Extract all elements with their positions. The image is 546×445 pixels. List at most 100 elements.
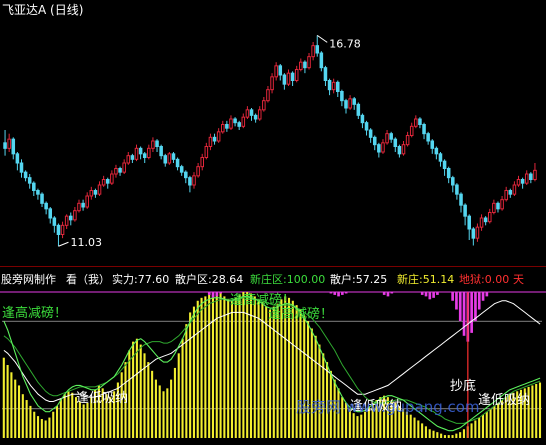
yellow-bar (356, 416, 359, 438)
yellow-bar (29, 405, 32, 438)
yellow-bar (52, 411, 55, 438)
yellow-bar (489, 408, 492, 438)
magenta-bar (390, 292, 394, 294)
candle-body (463, 204, 467, 217)
candle-body (192, 175, 196, 186)
candle-body (290, 72, 295, 81)
candle-body (114, 168, 118, 175)
yellow-bar (192, 306, 195, 438)
yellow-bar (443, 435, 446, 438)
yellow-bar (253, 296, 256, 438)
yellow-bar (295, 305, 298, 438)
yellow-bar (409, 414, 412, 438)
candle-body (270, 76, 274, 91)
yellow-bar (470, 423, 473, 438)
candle-body (414, 118, 418, 127)
magenta-bar (436, 292, 439, 295)
candle-body (422, 124, 426, 135)
candle-body (196, 166, 200, 177)
yellow-bar (71, 392, 74, 438)
yellow-bar (535, 383, 538, 438)
candle-body (323, 67, 328, 81)
candle-body (249, 109, 254, 116)
yellow-bar (59, 398, 62, 438)
candle-body (233, 118, 237, 124)
candle-body (352, 98, 356, 105)
candle-body (40, 193, 44, 204)
candle-body (7, 138, 11, 149)
yellow-bar (314, 335, 317, 438)
yellow-bar (531, 385, 534, 438)
candle-body (36, 190, 40, 195)
yellow-bar (261, 302, 264, 438)
yellow-bar (177, 353, 180, 438)
yellow-bar (215, 292, 218, 438)
candle-body (118, 168, 122, 173)
yellow-bar (432, 430, 435, 438)
candle-body (52, 217, 57, 226)
candle-body (336, 81, 340, 93)
annotation-buy-low-1: 逢低吸纳 (76, 391, 128, 406)
candle-body (282, 74, 287, 85)
yellow-bar (417, 420, 420, 438)
yellow-bar (310, 328, 313, 438)
yellow-bar (48, 417, 51, 438)
indicator-name-label: 股旁网制作 (1, 272, 56, 286)
yellow-bar (173, 367, 176, 438)
candle-body (212, 136, 217, 142)
magenta-bar (386, 292, 390, 297)
magenta-bar (207, 292, 211, 295)
new-dealer-value-label: 新庄:51.14 (397, 272, 454, 286)
candle-body (229, 118, 233, 129)
candle-body (23, 171, 28, 179)
yellow-bar (139, 344, 142, 438)
candle-body (455, 184, 459, 195)
magenta-bar (424, 292, 428, 297)
candle-body (142, 153, 147, 158)
chart-canvas: 飞亚达A (日线) 16.78 11.03 股旁网制作 看（我） 实力:77.6… (0, 0, 546, 445)
yellow-bar (135, 338, 138, 438)
candle-body (533, 169, 537, 180)
candle-body (475, 226, 480, 239)
candle-body (446, 168, 451, 179)
candle-body (188, 177, 192, 186)
candle-body (110, 173, 114, 184)
candle-body (3, 142, 7, 149)
yellow-bar (242, 292, 245, 438)
candle-body (126, 155, 131, 164)
candle-body (401, 144, 406, 155)
candle (167, 152, 172, 165)
watermark: 股旁网 www.gupang.com (296, 398, 480, 416)
magenta-bar (485, 292, 489, 297)
candle-body (101, 179, 106, 186)
annotation-sell-high-1: 逢高减磅！ (2, 305, 67, 321)
annotation-bottom-fish: 抄底 (450, 378, 476, 394)
yellow-bar (227, 299, 230, 438)
candle-body (356, 103, 361, 116)
magenta-bar (455, 292, 458, 310)
candle-body (245, 109, 250, 118)
yellow-bar (462, 429, 465, 438)
candle-body (64, 215, 69, 226)
indicator-see-me-label: 看（我） (66, 272, 110, 286)
candle-body (286, 72, 291, 85)
candle-body (147, 147, 151, 158)
candle-body (163, 155, 168, 164)
candle-body (418, 118, 422, 125)
candle-body (60, 224, 65, 235)
yellow-bar (189, 312, 192, 438)
candle-body (372, 136, 377, 146)
retail-value-label: 散户:57.25 (330, 272, 387, 286)
candle-body (471, 228, 476, 239)
yellow-bar (151, 370, 154, 438)
candle-body (19, 162, 24, 173)
yellow-bar (474, 420, 477, 438)
yellow-bar (303, 315, 306, 438)
candle-body (77, 202, 81, 212)
candle-body (327, 80, 332, 91)
yellow-bar (318, 344, 321, 438)
yellow-bar (272, 306, 275, 438)
yellow-bar (413, 417, 416, 438)
candle-body (85, 195, 89, 208)
yellow-bar (162, 391, 165, 438)
